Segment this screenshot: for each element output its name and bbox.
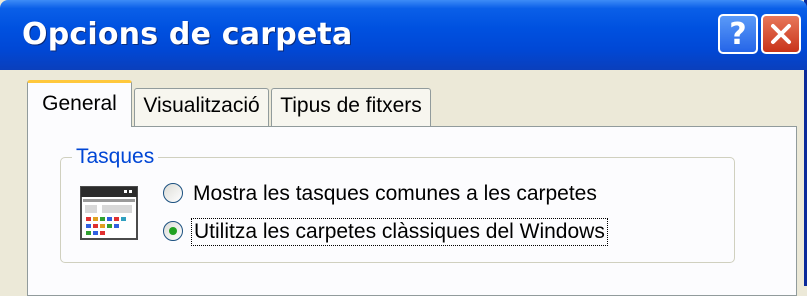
tab-visualitzacio[interactable]: Visualització <box>134 88 269 126</box>
close-button[interactable] <box>761 14 801 54</box>
tab-general[interactable]: General <box>27 80 132 127</box>
folder-window-icon <box>80 186 140 242</box>
option-use-classic-folders-label[interactable]: Utilitza les carpetes clàssiques del Win… <box>191 218 608 246</box>
folder-options-window: Opcions de carpeta ? Visualització Tipus… <box>0 0 807 296</box>
tasks-groupbox <box>60 157 735 263</box>
title-bar[interactable]: Opcions de carpeta ? <box>0 0 807 70</box>
radio-selected-dot <box>169 227 177 235</box>
tab-tipus-de-fitxers[interactable]: Tipus de fitxers <box>271 88 431 126</box>
option-show-common-tasks-label[interactable]: Mostra les tasques comunes a les carpete… <box>193 182 597 206</box>
radio-use-classic-folders[interactable] <box>163 221 183 241</box>
tasks-group-label: Tasques <box>72 145 159 169</box>
help-button[interactable]: ? <box>718 14 758 54</box>
radio-show-common-tasks[interactable] <box>163 183 183 203</box>
close-icon <box>771 24 791 44</box>
window-title: Opcions de carpeta <box>22 17 353 52</box>
help-icon: ? <box>729 16 747 52</box>
